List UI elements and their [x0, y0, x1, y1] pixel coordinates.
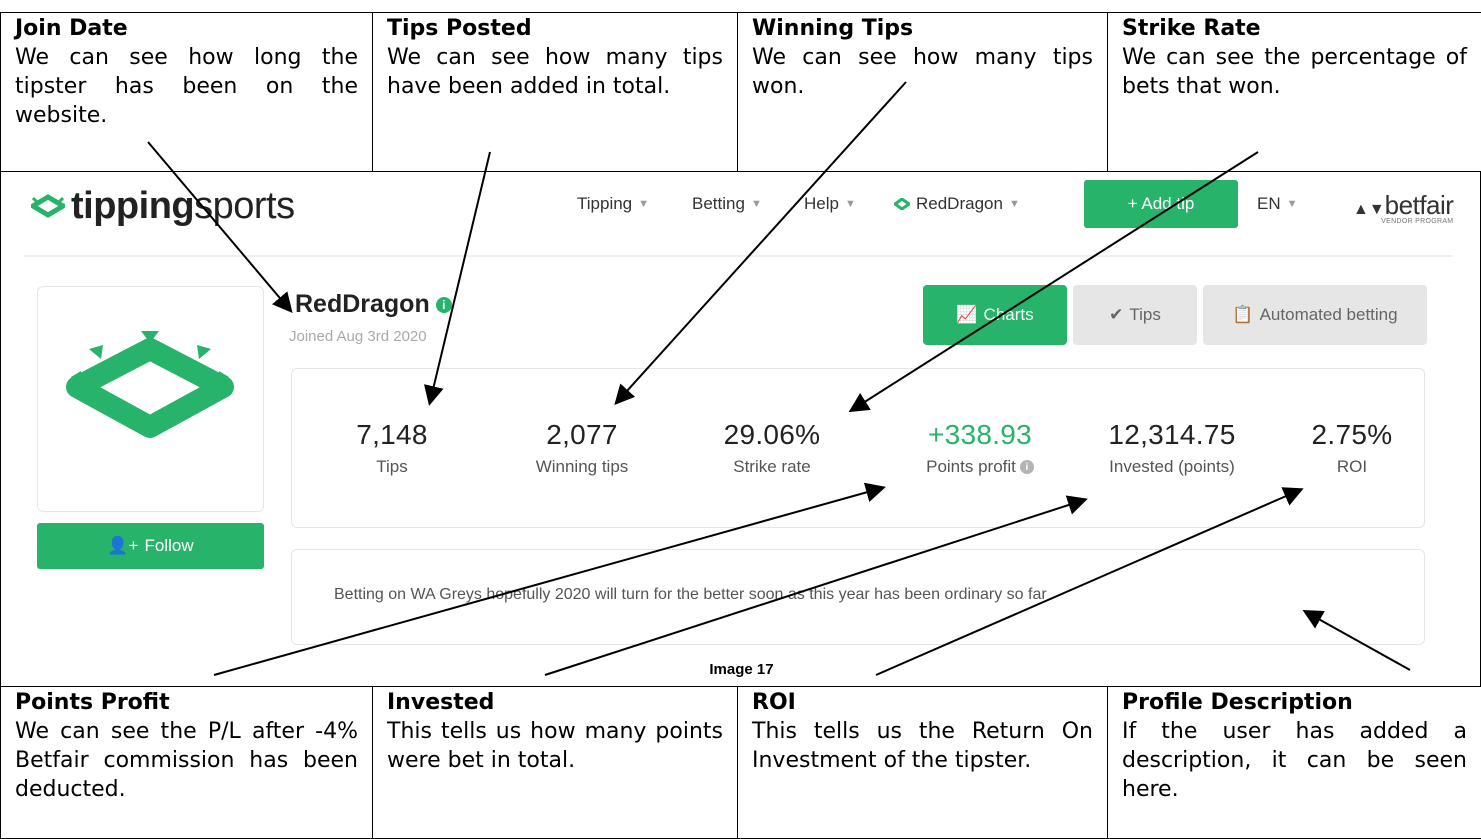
top-navbar: tippingsports Tipping ▼ Betting ▼ Help ▼ Re…: [1, 172, 1480, 252]
add-tip-button[interactable]: + Add tip: [1084, 180, 1238, 228]
profile-description: Betting on WA Greys hopefully 2020 will …: [291, 549, 1425, 645]
tab-tips[interactable]: ✔ Tips: [1073, 285, 1197, 345]
logo-word-light: sports: [194, 185, 295, 227]
language-selector[interactable]: EN ▼: [1257, 194, 1298, 214]
annotation-title: Invested: [387, 690, 495, 715]
caret-down-icon: ▼: [750, 198, 762, 210]
betfair-arrows-icon: ▲▼: [1353, 201, 1385, 218]
annotation-title: Tips Posted: [387, 16, 532, 41]
add-user-icon: 👤+: [107, 536, 139, 555]
avatar: [37, 286, 264, 512]
annotation-points-profit: Points Profit We can see the P/L after -…: [1, 686, 373, 839]
stadium-logo-icon: [31, 194, 65, 218]
info-icon[interactable]: i: [1019, 460, 1034, 474]
annotation-invested: Invested This tells us how many points w…: [373, 686, 738, 839]
checkmark-icon: ✔: [1109, 305, 1124, 324]
annotation-roi: ROI This tells us the Return On Investme…: [738, 686, 1108, 839]
image-caption: Image 17: [709, 661, 774, 678]
header-divider: [23, 255, 1453, 257]
annotation-text: If the user has added a description, it …: [1122, 719, 1467, 802]
annotation-tips-posted: Tips Posted We can see how many tips hav…: [373, 12, 738, 172]
stat-roi: 2.75% ROI: [1311, 419, 1393, 476]
follow-button[interactable]: 👤+ Follow: [37, 523, 264, 569]
annotation-text: We can see how many tips won.: [752, 45, 1093, 99]
annotation-text: We can see the percentage of bets that w…: [1122, 45, 1467, 99]
caret-down-icon: ▼: [844, 198, 856, 210]
stat-strike-rate: 29.06% Strike rate: [723, 419, 821, 476]
annotation-title: Strike Rate: [1122, 16, 1261, 41]
stat-points-profit: +338.93 Points profit i: [926, 419, 1034, 476]
stat-tips: 7,148 Tips: [356, 419, 428, 476]
annotation-title: Points Profit: [15, 690, 170, 715]
annotation-join-date: Join Date We can see how long the tipste…: [1, 12, 373, 172]
stats-panel: 7,148 Tips 2,077 Winning tips 29.06% Str…: [291, 368, 1425, 528]
annotation-title: Join Date: [15, 16, 128, 41]
annotation-text: We can see how many tips have been added…: [387, 45, 723, 99]
join-date: Joined Aug 3rd 2020: [289, 328, 427, 345]
bottom-annotation-grid: Points Profit We can see the P/L after -…: [0, 686, 1481, 839]
clipboard-icon: 📋: [1232, 305, 1254, 324]
annotation-title: Profile Description: [1122, 690, 1353, 715]
annotation-text: This tells us the Return On Investment o…: [752, 719, 1093, 773]
nav-user-menu[interactable]: RedDragon ▼: [894, 194, 1020, 214]
nav-help[interactable]: Help ▼: [804, 194, 856, 214]
caret-down-icon: ▼: [1286, 198, 1298, 210]
tab-charts[interactable]: 📈 Charts: [923, 285, 1067, 345]
profile-username: RedDragon i: [295, 290, 452, 319]
user-logo-icon: [894, 198, 910, 210]
annotation-strike-rate: Strike Rate We can see the percentage of…: [1108, 12, 1481, 172]
annotation-text: This tells us how many points were bet i…: [387, 719, 723, 773]
stat-invested: 12,314.75 Invested (points): [1108, 419, 1236, 476]
site-logo[interactable]: tippingsports: [31, 186, 295, 226]
annotation-title: ROI: [752, 690, 796, 715]
annotation-title: Winning Tips: [752, 16, 914, 41]
description-text: Betting on WA Greys hopefully 2020 will …: [334, 586, 1047, 603]
tipster-profile-screenshot: tippingsports Tipping ▼ Betting ▼ Help ▼ Re…: [0, 172, 1481, 686]
annotation-winning-tips: Winning Tips We can see how many tips wo…: [738, 12, 1108, 172]
nav-betting[interactable]: Betting ▼: [692, 194, 762, 214]
nav-tipping[interactable]: Tipping ▼: [577, 194, 649, 214]
tab-automated-betting[interactable]: 📋 Automated betting: [1203, 285, 1427, 345]
annotation-text: We can see how long the tipster has been…: [15, 45, 358, 128]
logo-word-bold: tipping: [71, 185, 195, 227]
top-annotation-grid: Join Date We can see how long the tipste…: [0, 12, 1481, 172]
line-chart-icon: 📈: [956, 305, 978, 324]
annotation-profile-description: Profile Description If the user has adde…: [1108, 686, 1481, 839]
stadium-avatar-icon: [66, 331, 234, 438]
annotation-text: We can see the P/L after -4% Betfair com…: [15, 719, 358, 802]
stat-winning-tips: 2,077 Winning tips: [535, 419, 629, 476]
betfair-vendor-logo: ▲▼betfair VENDOR PROGRAM: [1353, 190, 1454, 225]
caret-down-icon: ▼: [638, 198, 650, 210]
info-icon[interactable]: i: [435, 296, 452, 313]
caret-down-icon: ▼: [1008, 198, 1020, 210]
